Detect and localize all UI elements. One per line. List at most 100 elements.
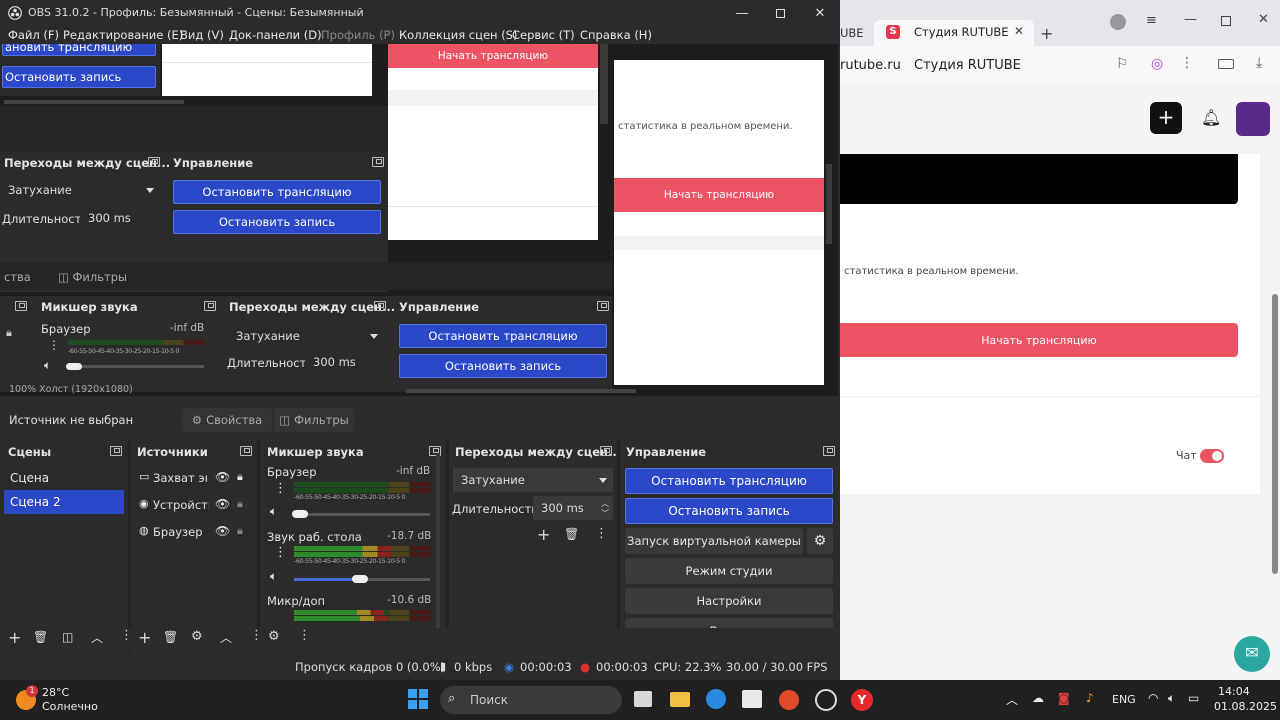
new-tab-icon[interactable]: + — [1040, 24, 1053, 43]
move-up-icon[interactable]: ︿ — [220, 629, 232, 646]
eye-icon[interactable]: 👁︎ — [215, 524, 230, 538]
start-stream-button[interactable]: Начать трансляцию — [840, 323, 1238, 357]
menu-profile[interactable]: Профиль (P) — [321, 28, 395, 42]
lock-icon[interactable]: 🔒︎ — [237, 497, 243, 511]
extension-icon[interactable]: ◎ — [1151, 56, 1163, 72]
stop-record-button[interactable]: Остановить запись — [625, 498, 833, 524]
menu-edit[interactable]: Редактирование (E) — [63, 28, 183, 42]
user-avatar[interactable] — [1236, 102, 1270, 136]
transition-type-select[interactable]: Затухание — [453, 468, 613, 492]
tray-chevron-up-icon[interactable]: ︿ — [1006, 691, 1018, 708]
close-button[interactable]: ✕ — [800, 0, 840, 26]
scene-item[interactable]: Сцена — [4, 466, 124, 490]
dock-popout-icon[interactable] — [110, 446, 122, 456]
clock-time[interactable]: 14:04 — [1218, 685, 1250, 698]
tab-close-icon[interactable]: ✕ — [1014, 24, 1024, 38]
add-source-icon[interactable]: + — [138, 628, 151, 647]
browser-address-bar[interactable]: rutube.ru Студия RUTUBE ⚐ ◎ ⋮ ⤓ — [840, 46, 1280, 84]
clock-date[interactable]: 01.08.2025 — [1214, 700, 1277, 713]
windows-start-icon[interactable] — [408, 689, 428, 709]
volume-knob[interactable] — [292, 510, 308, 518]
move-up-icon[interactable]: ︿ — [91, 629, 103, 646]
taskbar-search-box[interactable]: ⌕ Поиск — [440, 686, 622, 714]
store-icon[interactable] — [742, 690, 762, 708]
menu-hamburger-icon[interactable]: ≡ — [1146, 13, 1157, 28]
virtual-camera-settings-gear-icon[interactable]: ⚙ — [807, 528, 833, 554]
menu-dots-icon[interactable]: ⋮ — [120, 628, 133, 643]
menu-docks[interactable]: Док-панели (D) — [229, 28, 322, 42]
browser-tab-active[interactable]: S Студия RUTUBE ✕ — [874, 20, 1034, 46]
minimize-button[interactable]: — — [722, 0, 762, 26]
source-item[interactable]: ▭ Захват экр 👁︎ 🔒︎ — [137, 468, 255, 490]
language-indicator[interactable]: ENG — [1112, 693, 1136, 706]
maximize-button[interactable] — [760, 0, 800, 26]
chat-toggle[interactable] — [1200, 449, 1224, 463]
remove-source-trash-icon[interactable]: 🗑︎ — [163, 630, 178, 644]
virtual-camera-button[interactable]: Запуск виртуальной камеры — [625, 528, 803, 554]
duration-spinbox[interactable]: 300 ms ︿ ﹀ — [533, 496, 613, 520]
lock-icon[interactable]: 🔒︎ — [237, 470, 243, 484]
mixer-scrollbar[interactable] — [436, 454, 440, 650]
volume-slider[interactable] — [294, 513, 430, 516]
battery-icon[interactable] — [1218, 59, 1234, 69]
dock-popout-icon[interactable] — [240, 446, 252, 456]
task-view-icon[interactable] — [634, 691, 652, 707]
spin-down-icon[interactable]: ﹀ — [601, 508, 609, 519]
preview-hscrollbar[interactable] — [406, 389, 636, 393]
download-icon[interactable]: ⤓ — [1256, 55, 1262, 71]
menu-tools[interactable]: Сервис (T) — [512, 28, 575, 42]
page-scrollbar[interactable] — [1272, 294, 1278, 574]
battery-icon[interactable]: ▭ — [1188, 691, 1199, 705]
app-icon[interactable] — [779, 690, 799, 710]
properties-button[interactable]: ⚙ Свойства — [182, 408, 272, 432]
create-plus-button[interactable]: + — [1150, 102, 1182, 134]
add-icon[interactable]: + — [537, 525, 550, 544]
minimize-icon[interactable]: — — [1184, 12, 1197, 27]
remove-scene-trash-icon[interactable]: 🗑︎ — [33, 630, 48, 644]
menu-scene-collection[interactable]: Коллекция сцен (S) — [399, 28, 517, 42]
bookmark-icon[interactable]: ⚐ — [1116, 56, 1129, 72]
eye-icon[interactable]: 👁︎ — [215, 497, 230, 511]
menu-dots-icon[interactable]: ⋮ — [298, 628, 311, 643]
menu-file[interactable]: Файл (F) — [8, 28, 59, 42]
menu-dots-icon[interactable]: ⋮ — [250, 628, 263, 643]
menu-dots-icon[interactable]: ⋮ — [595, 526, 608, 541]
studio-mode-button[interactable]: Режим студии — [625, 558, 833, 584]
eye-icon[interactable]: 👁︎ — [215, 470, 230, 484]
scene-filter-icon[interactable]: ◫ — [62, 630, 73, 644]
tray-cloud-icon[interactable]: ☁ — [1032, 691, 1044, 705]
add-scene-icon[interactable]: + — [8, 628, 21, 647]
menu-help[interactable]: Справка (H) — [580, 28, 652, 42]
obs-preview[interactable]: ановить трансляцию Остановить запись Пер… — [0, 44, 838, 396]
source-item[interactable]: ◉ Устройств 👁︎ 🔒︎ — [137, 495, 255, 517]
scene-item-selected[interactable]: Сцена 2 — [4, 490, 124, 514]
yandex-browser-icon[interactable]: Y — [851, 689, 873, 711]
menu-dots-icon[interactable]: ⋮ — [1180, 55, 1194, 71]
menu-view[interactable]: Вид (V) — [180, 28, 224, 42]
obs-taskbar-icon[interactable] — [815, 689, 837, 711]
volume-icon[interactable]: 🔈︎ — [1168, 691, 1175, 706]
support-chat-icon[interactable]: ✉ — [1234, 636, 1270, 672]
settings-button[interactable]: Настройки — [625, 588, 833, 614]
tray-app-icon[interactable]: ◙ — [1058, 691, 1070, 705]
source-item[interactable]: ◍ Браузер 👁︎ 🔒︎ — [137, 522, 255, 544]
speaker-icon[interactable]: 🔈︎ — [270, 569, 277, 584]
dock-popout-icon[interactable] — [600, 446, 612, 456]
wifi-icon[interactable]: ◠ — [1148, 691, 1158, 705]
lock-icon[interactable]: 🔒︎ — [237, 524, 243, 538]
dock-popout-icon[interactable] — [823, 446, 835, 456]
filters-button[interactable]: ◫ Фильтры — [274, 408, 354, 432]
close-icon[interactable]: ✕ — [1258, 12, 1269, 27]
advanced-audio-gear-icon[interactable]: ⚙ — [268, 629, 280, 644]
menu-dots-icon[interactable]: ⋮ — [274, 545, 287, 560]
speaker-icon[interactable]: 🔈︎ — [270, 504, 277, 519]
edge-browser-icon[interactable] — [706, 689, 726, 709]
trash-icon[interactable]: 🗑︎ — [564, 527, 579, 541]
microphone-icon[interactable]: ♪ — [1086, 691, 1094, 705]
file-explorer-icon[interactable] — [670, 692, 690, 707]
source-settings-gear-icon[interactable]: ⚙ — [191, 629, 203, 644]
stop-stream-button[interactable]: Остановить трансляцию — [625, 468, 833, 494]
menu-dots-icon[interactable]: ⋮ — [274, 481, 287, 496]
profile-avatar-icon[interactable] — [1110, 14, 1126, 30]
maximize-icon[interactable] — [1221, 16, 1231, 26]
